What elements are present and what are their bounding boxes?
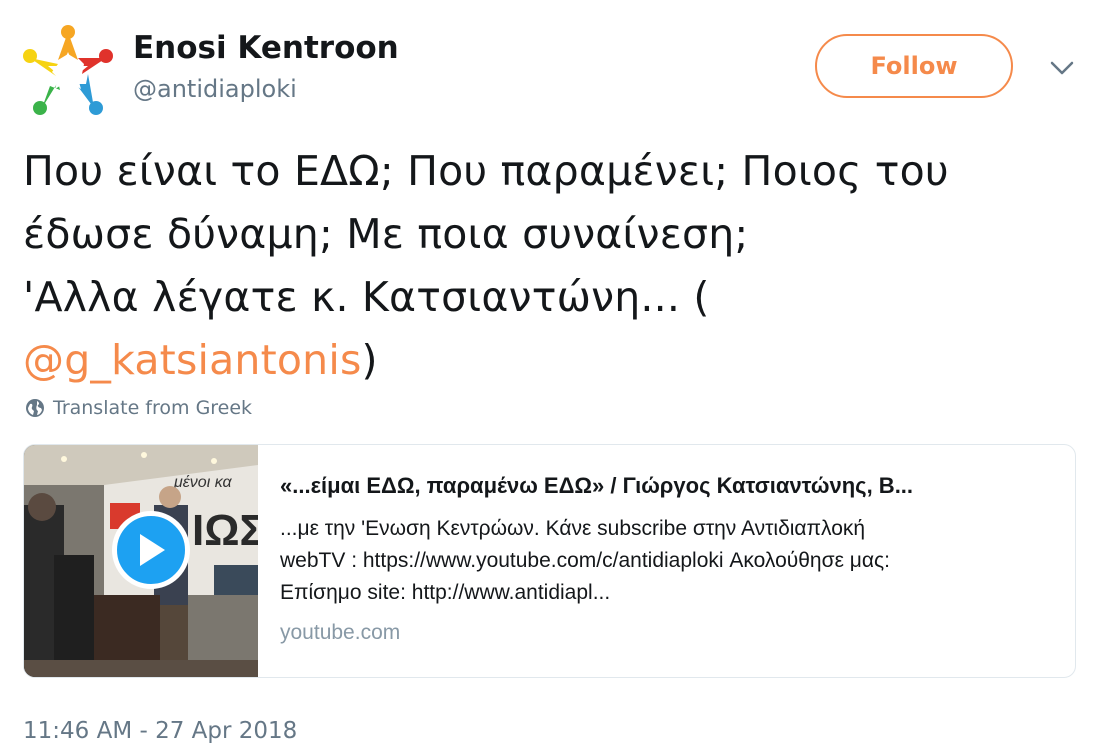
link-card[interactable]: μένοι κα ΙΩΣ	[23, 444, 1076, 678]
card-body: «...είμαι ΕΔΩ, παραμένω ΕΔΩ» / Γιώργος Κ…	[258, 445, 1075, 677]
card-description-line: webTV : https://www.youtube.com/c/antidi…	[280, 549, 890, 572]
translate-label: Translate from Greek	[53, 397, 253, 419]
play-icon	[140, 534, 165, 566]
translate-link[interactable]: Translate from Greek	[25, 397, 252, 419]
thumbnail-big-text: ΙΩΣ	[192, 506, 258, 555]
tweet-text-line: 'Αλλα λέγατε κ. Κατσιαντώνη... (	[23, 273, 710, 321]
tweet-text-line: Που είναι το ΕΔΩ; Που παραμένει; Ποιος τ…	[23, 147, 949, 195]
display-name[interactable]: Enosi Kentroon	[133, 30, 399, 66]
card-description-line: ...με την 'Ενωση Κεντρώων. Κάνε subscrib…	[280, 517, 866, 540]
card-title: «...είμαι ΕΔΩ, παραμένω ΕΔΩ» / Γιώργος Κ…	[280, 473, 914, 498]
globe-icon	[26, 399, 44, 417]
user-handle[interactable]: @antidiaploki	[133, 75, 297, 103]
card-description-line: Επίσημο site: http://www.antidiapl...	[280, 581, 611, 604]
follow-button[interactable]: Follow	[815, 34, 1013, 98]
thumbnail-banner-text: μένοι κα	[173, 474, 233, 491]
mention-suffix: )	[361, 336, 378, 384]
play-button[interactable]	[112, 511, 190, 589]
card-domain: youtube.com	[280, 621, 401, 644]
tweet-timestamp[interactable]: 11:46 AM - 27 Apr 2018	[23, 718, 297, 744]
mention-link[interactable]: @g_katsiantonis	[23, 336, 362, 384]
tweet: Enosi Kentroon @antidiaploki Follow Που …	[0, 0, 1100, 755]
avatar[interactable]	[22, 24, 114, 116]
tweet-text-line: έδωσε δύναμη; Με ποια συναίνεση;	[23, 210, 749, 258]
tweet-text-line: @g_katsiantonis)	[23, 329, 1083, 392]
tweet-text: Που είναι το ΕΔΩ; Που παραμένει; Ποιος τ…	[23, 140, 1083, 392]
chevron-down-icon[interactable]	[1047, 55, 1077, 81]
video-thumbnail[interactable]: μένοι κα ΙΩΣ	[24, 445, 258, 677]
card-description: ...με την 'Ενωση Κεντρώων. Κάνε subscrib…	[280, 513, 1051, 609]
